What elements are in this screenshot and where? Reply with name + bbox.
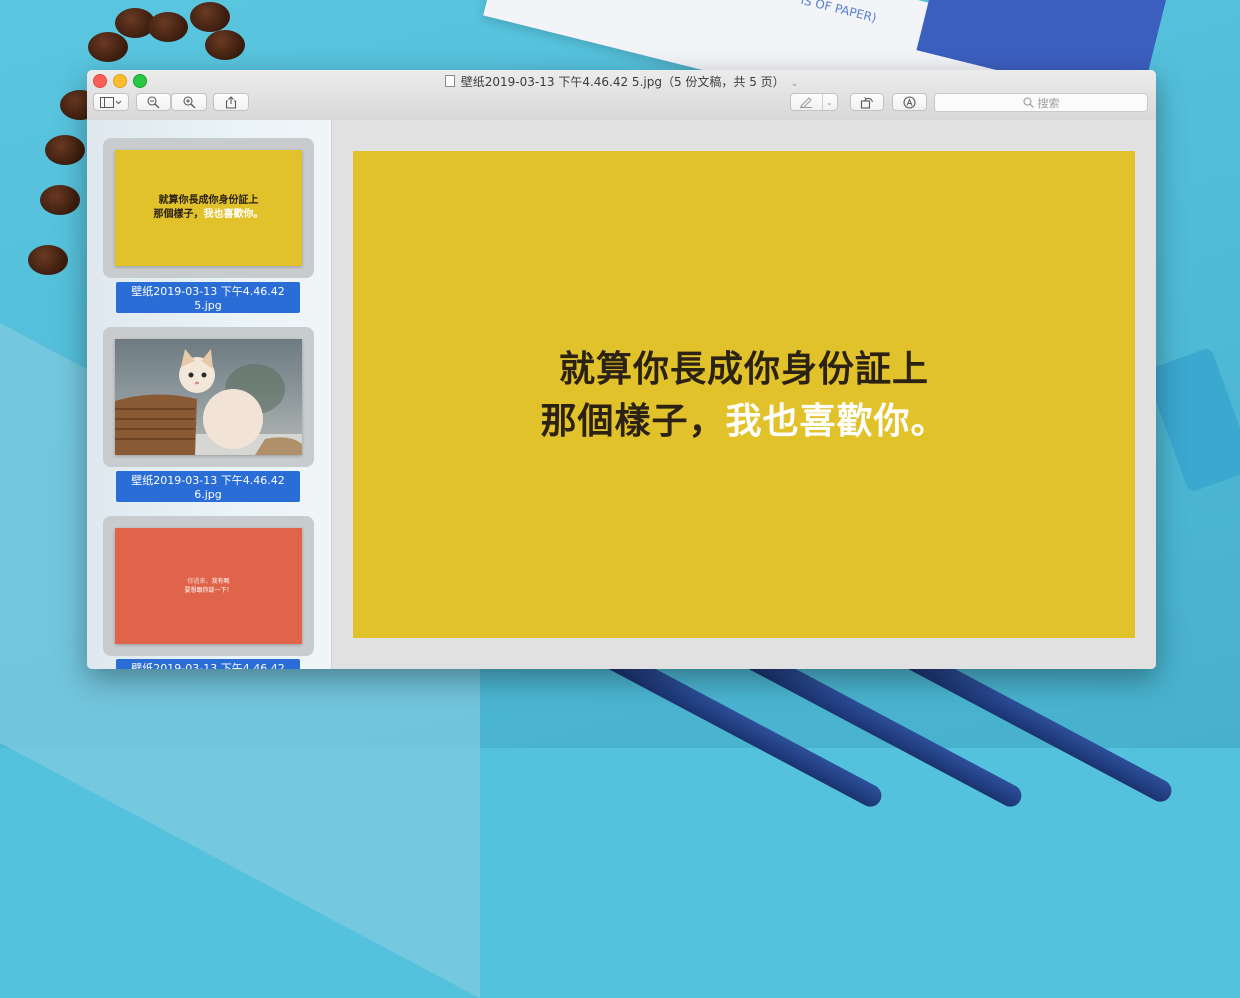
markup-pen-button[interactable]: ⌄ [790,93,838,111]
search-field[interactable]: 搜索 [934,93,1148,112]
window-title[interactable]: 壁纸2019-03-13 下午4.46.42 5.jpg（5 份文稿，共 5 页… [87,73,1156,90]
image-text-line-2: 那個樣子，我也喜歡你。 [540,395,947,447]
rotate-button[interactable] [850,93,884,111]
thumbnail-item[interactable] [103,327,314,467]
coffee-bean [28,245,68,275]
thumbnail-item-selected[interactable]: 就算你長成你身份証上 那個樣子，我也喜歡你。 [103,138,314,278]
kitten-photo [115,349,302,455]
thumbnail-label[interactable]: 壁纸2019-03-13 下午4.46.42 6.jpg [116,471,300,502]
chevron-down-icon[interactable]: ⌄ [826,98,833,107]
coffee-bean [148,12,188,42]
coffee-bean [190,2,230,32]
window-title-text: 壁纸2019-03-13 下午4.46.42 5.jpg（5 份文稿，共 5 页… [460,75,785,89]
zoom-in-icon [182,95,195,108]
pen-icon [800,97,812,108]
document-icon [444,75,455,87]
thumbnail-sidebar[interactable]: 就算你長成你身份証上 那個樣子，我也喜歡你。 壁纸2019-03-13 下午4.… [87,120,332,669]
thumbnail-image: 就算你長成你身份証上 那個樣子，我也喜歡你。 [115,150,302,266]
image-text-highlight: 我也喜歡你。 [725,399,948,442]
search-placeholder: 搜索 [1037,96,1060,110]
coffee-bean [88,32,128,62]
thumbnail-text-highlight: 我也喜歡你。 [203,209,264,220]
thumbnail-label[interactable]: 壁纸2019-03-13 下午4.46.42 7.jpg [116,659,300,669]
markup-circle-icon [903,95,916,109]
thumbnail-text-line: 就算你長成你身份証上 [158,195,259,206]
sidebar-icon [100,96,122,108]
thumbnail-label[interactable]: 壁纸2019-03-13 下午4.46.42 5.jpg [116,282,300,313]
rotate-icon [860,96,874,109]
image-text-line-1: 就算你長成你身份証上 [558,347,929,390]
thumbnail-text-highlight: 我有嘅 [211,578,230,585]
share-icon [225,95,237,109]
zoom-out-button[interactable] [136,93,171,111]
zoom-in-button[interactable] [171,93,207,111]
sidebar-toggle-button[interactable] [93,93,129,111]
coffee-bean [205,30,245,60]
chevron-down-icon[interactable]: ⌄ [791,79,799,89]
share-button[interactable] [213,93,249,111]
coffee-bean [40,185,80,215]
thumbnail-item[interactable]: 你過來，我有嘅 要想跟你談一下！ [103,516,314,656]
thumbnail-image-kitten-photo [115,339,302,455]
displayed-image: 就算你長成你身份証上 那個樣子，我也喜歡你。 [353,151,1135,638]
thumbnail-text: 你過來， [187,578,212,585]
image-text: 那個樣子， [540,399,726,442]
search-icon [1022,97,1034,108]
thumbnail-image: 你過來，我有嘅 要想跟你談一下！ [115,528,302,644]
zoom-out-icon [147,95,160,108]
thumbnail-text-line: 要想跟你談一下！ [184,587,233,594]
title-bar: 壁纸2019-03-13 下午4.46.42 5.jpg（5 份文稿，共 5 页… [87,70,1156,121]
preview-window: 壁纸2019-03-13 下午4.46.42 5.jpg（5 份文稿，共 5 页… [87,70,1156,669]
thumbnail-text-line: 你過來，我有嘅 [187,577,229,586]
coffee-bean [45,135,85,165]
thumbnail-text-line: 那個樣子，我也喜歡你。 [154,208,264,222]
markup-toolbar-button[interactable] [892,93,927,111]
button-divider [822,94,823,110]
thumbnail-text: 那個樣子， [153,209,204,220]
image-viewer[interactable]: 就算你長成你身份証上 那個樣子，我也喜歡你。 [332,120,1156,669]
